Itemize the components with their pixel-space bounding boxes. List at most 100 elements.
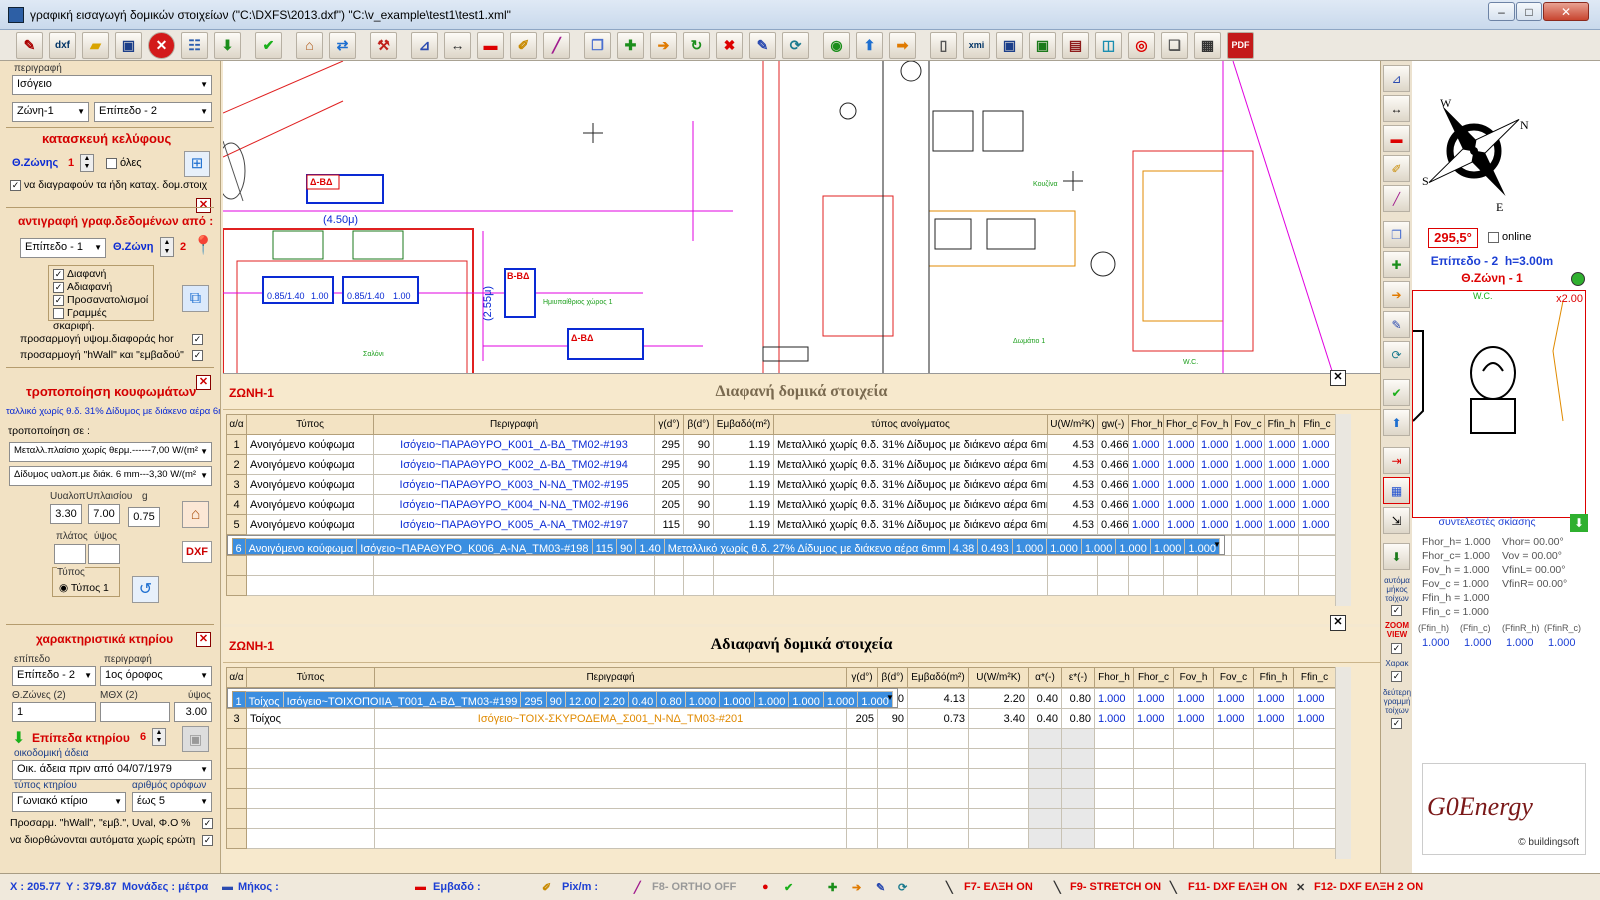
uglass-input[interactable]: 3.30 xyxy=(50,504,82,524)
column-header[interactable]: γ(d°) xyxy=(846,667,878,688)
delete-icon[interactable]: ✖ xyxy=(716,31,743,59)
column-header[interactable]: α/α xyxy=(226,414,247,435)
table-cell[interactable]: Ανοιγόμενο κούφωμα xyxy=(246,514,374,535)
table-cell[interactable] xyxy=(1061,768,1095,789)
table-cell[interactable] xyxy=(246,555,374,576)
table-cell[interactable] xyxy=(1061,748,1095,769)
table-cell[interactable] xyxy=(968,768,1029,789)
table-cell[interactable]: 0.466 xyxy=(1097,474,1129,495)
table-cell[interactable]: Ισόγειο~ΠΑΡΑΘΥΡΟ_Κ004_Ν-ΝΔ_ΤΜ02-#196 xyxy=(373,494,655,515)
table-cell[interactable] xyxy=(1133,788,1174,809)
column-header[interactable]: gw(-) xyxy=(1097,414,1129,435)
table-cell[interactable]: 1.000 xyxy=(1231,454,1265,475)
table-cell[interactable] xyxy=(373,555,655,576)
all-zones-checkbox[interactable]: όλες xyxy=(106,157,142,169)
table-cell[interactable]: 1.000 xyxy=(1197,474,1232,495)
move-status-icon[interactable]: ➔ xyxy=(852,881,861,894)
table-row[interactable] xyxy=(226,555,1336,576)
table-cell[interactable]: 295 xyxy=(654,434,684,455)
table-cell[interactable] xyxy=(1213,748,1254,769)
table-cell[interactable]: Ανοιγόμενο κούφωμα xyxy=(246,474,374,495)
building-desc-select[interactable]: 1ος όροφος xyxy=(100,666,212,686)
table-cell[interactable] xyxy=(1047,555,1098,576)
arrow-down-icon[interactable]: ⬇ xyxy=(214,31,241,59)
table-cell[interactable] xyxy=(1061,828,1095,849)
transparent-scrollbar[interactable] xyxy=(1335,414,1351,606)
table-cell[interactable] xyxy=(968,788,1029,809)
table-cell[interactable] xyxy=(1293,748,1336,769)
row-number[interactable] xyxy=(226,808,247,829)
table-cell[interactable] xyxy=(1028,748,1062,769)
column-header[interactable]: β(d°) xyxy=(683,414,714,435)
row-number[interactable] xyxy=(226,768,247,789)
strip-edit-icon[interactable]: ✐ xyxy=(1383,155,1410,182)
column-header[interactable]: Ffin_h xyxy=(1253,667,1294,688)
copy-orientation-checkbox[interactable]: ✓ Προσανατολισμοί xyxy=(53,294,149,307)
uframe-input[interactable]: 7.00 xyxy=(88,504,120,524)
column-header[interactable]: U(W/m²K) xyxy=(1047,414,1098,435)
width-input[interactable] xyxy=(54,544,86,564)
strip-ruler-icon[interactable]: ⊿ xyxy=(1383,65,1410,92)
check-icon[interactable]: ✔ xyxy=(255,31,282,59)
table-cell[interactable]: 1.000 xyxy=(1128,454,1164,475)
column-header[interactable]: τύπος ανοίγματος xyxy=(773,414,1048,435)
table-cell[interactable] xyxy=(1298,555,1336,576)
table-cell[interactable] xyxy=(1163,575,1198,596)
table-cell[interactable]: 1.000 xyxy=(1163,474,1198,495)
table-cell[interactable]: 1.000 xyxy=(1011,538,1048,554)
row-number[interactable]: 1 xyxy=(231,691,246,707)
maximize-button[interactable]: □ xyxy=(1516,2,1542,21)
table-cell[interactable]: Τοίχος xyxy=(244,691,284,707)
glass-select[interactable]: Δίδυμος υαλοπ.με διάκ. 6 mm---3,30 W/(m² xyxy=(9,466,212,486)
table-cell[interactable] xyxy=(907,728,969,749)
table-cell[interactable]: 4.53 xyxy=(1047,434,1098,455)
swap-icon[interactable]: ⇄ xyxy=(329,31,356,59)
calculator-icon[interactable]: ▦ xyxy=(1194,31,1221,59)
copy-level-select[interactable]: Επίπεδο - 1 xyxy=(20,238,106,258)
table-cell[interactable]: 90 xyxy=(683,474,714,495)
table-cell[interactable] xyxy=(683,575,714,596)
table-cell[interactable] xyxy=(846,748,878,769)
table-cell[interactable]: Ισόγειο~ΤΟΙΧ-ΣΚΥΡΟΔΕΜΑ_Σ001_Ν-ΝΔ_ΤΜ03-#2… xyxy=(374,708,847,729)
clipboard-icon[interactable]: ❏ xyxy=(1161,31,1188,59)
table-cell[interactable] xyxy=(1028,788,1062,809)
table-cell[interactable]: 1.000 xyxy=(1253,688,1294,709)
table-cell[interactable] xyxy=(1231,575,1265,596)
table-cell[interactable]: 0.466 xyxy=(1097,434,1129,455)
table-cell[interactable] xyxy=(1213,728,1254,749)
ruler-icon[interactable]: ⊿ xyxy=(411,31,438,59)
copy-apply-button[interactable]: ⧉ xyxy=(182,285,209,312)
table-cell[interactable]: 205 xyxy=(654,494,684,515)
table-cell[interactable] xyxy=(846,728,878,749)
table-cell[interactable]: Ισόγειο~ΠΑΡΑΘΥΡΟ_Κ001_Δ-ΒΔ_ΤΜ02-#193 xyxy=(373,434,655,455)
column-header[interactable]: β(d°) xyxy=(877,667,908,688)
table-cell[interactable]: 1.000 xyxy=(857,691,893,707)
table-cell[interactable] xyxy=(846,828,878,849)
minimize-button[interactable]: – xyxy=(1488,2,1515,21)
table-cell[interactable]: 0.40 xyxy=(627,691,658,707)
shading-arrow-icon[interactable]: ⬇ xyxy=(1570,514,1588,532)
refresh-status-icon[interactable]: ⟳ xyxy=(898,881,907,894)
table-row[interactable]: 4 Ανοιγόμενο κούφωμα Ισόγειο~ΠΑΡΑΘΥΡΟ_Κ004… xyxy=(226,494,1336,515)
table-cell[interactable]: Ανοιγόμενο κούφωμα xyxy=(246,454,374,475)
second-line-checkbox[interactable]: ✓ xyxy=(1391,718,1402,729)
column-header[interactable]: Fov_h xyxy=(1197,414,1232,435)
table-cell[interactable]: 1.000 xyxy=(1298,434,1336,455)
table-cell[interactable]: Μεταλλικό χωρίς θ.δ. 31% Δίδυμος με διάκ… xyxy=(773,434,1048,455)
measure-icon[interactable]: ↔ xyxy=(444,31,471,59)
table-cell[interactable] xyxy=(1231,535,1265,556)
column-header[interactable]: Fhor_c xyxy=(1163,414,1198,435)
table-cell[interactable]: 0.80 xyxy=(1061,688,1095,709)
table-cell[interactable] xyxy=(846,768,878,789)
table-cell[interactable]: 3.40 xyxy=(968,708,1029,729)
table-cell[interactable] xyxy=(713,575,774,596)
table-row[interactable]: 2 Ανοιγόμενο κούφωμα Ισόγειο~ΠΑΡΑΘΥΡΟ_Κ002… xyxy=(226,454,1336,475)
table-cell[interactable] xyxy=(907,748,969,769)
table-cell[interactable] xyxy=(246,575,374,596)
table-cell[interactable] xyxy=(246,728,375,749)
strip-exit-icon[interactable]: ⇥ xyxy=(1383,447,1410,474)
height-input[interactable] xyxy=(88,544,120,564)
table-cell[interactable]: 1.000 xyxy=(1133,688,1174,709)
thzones-input[interactable]: 1 xyxy=(12,702,96,722)
table-cell[interactable]: 1.000 xyxy=(1184,538,1220,554)
